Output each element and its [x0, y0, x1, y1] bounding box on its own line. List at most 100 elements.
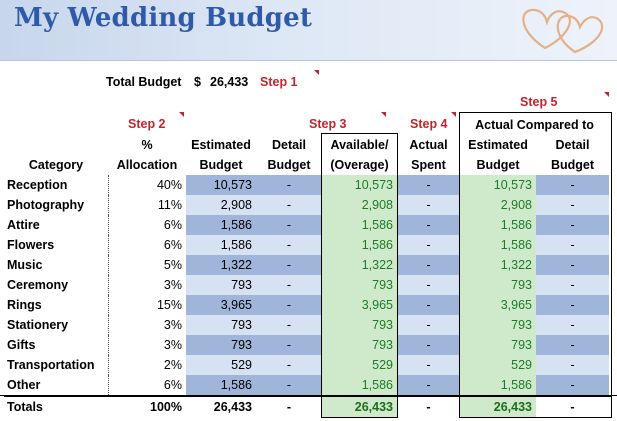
cell-compared-estimated[interactable]: 793	[460, 275, 536, 295]
cell-estimated[interactable]: 2,908	[186, 195, 256, 215]
cell-compared-estimated[interactable]: 1,586	[460, 375, 536, 395]
cell-compared-estimated[interactable]: 793	[460, 335, 536, 355]
cell-compared-estimated[interactable]: 3,965	[460, 295, 536, 315]
cell-estimated[interactable]: 1,586	[186, 215, 256, 235]
cell-allocation[interactable]: 3%	[108, 315, 186, 335]
cell-actual[interactable]: -	[397, 235, 460, 255]
comment-indicator-icon[interactable]	[179, 112, 184, 117]
cell-available[interactable]: 2,908	[322, 195, 397, 215]
cell-detail[interactable]: -	[256, 315, 322, 335]
cell-actual[interactable]: -	[397, 315, 460, 335]
cell-category[interactable]: Photography	[4, 195, 108, 215]
cell-compared-detail[interactable]: -	[536, 235, 609, 255]
cell-totals-allocation[interactable]: 100%	[108, 397, 186, 417]
cell-detail[interactable]: -	[256, 355, 322, 375]
cell-detail[interactable]: -	[256, 255, 322, 275]
cell-totals-detail[interactable]: -	[256, 397, 322, 417]
cell-estimated[interactable]: 10,573	[186, 175, 256, 195]
cell-estimated[interactable]: 793	[186, 275, 256, 295]
cell-totals-label[interactable]: Totals	[4, 397, 108, 417]
cell-compared-detail[interactable]: -	[536, 255, 609, 275]
cell-totals-compared-estimated[interactable]: 26,433	[460, 397, 536, 417]
cell-estimated[interactable]: 1,322	[186, 255, 256, 275]
cell-actual[interactable]: -	[397, 195, 460, 215]
cell-estimated[interactable]: 3,965	[186, 295, 256, 315]
cell-category[interactable]: Flowers	[4, 235, 108, 255]
cell-available[interactable]: 1,586	[322, 375, 397, 395]
cell-actual[interactable]: -	[397, 215, 460, 235]
cell-compared-estimated[interactable]: 793	[460, 315, 536, 335]
cell-compared-detail[interactable]: -	[536, 375, 609, 395]
cell-compared-estimated[interactable]: 2,908	[460, 195, 536, 215]
cell-category[interactable]: Reception	[4, 175, 108, 195]
cell-estimated[interactable]: 793	[186, 315, 256, 335]
cell-actual[interactable]: -	[397, 255, 460, 275]
comment-indicator-icon[interactable]	[451, 112, 456, 117]
cell-available[interactable]: 1,322	[322, 255, 397, 275]
cell-category[interactable]: Rings	[4, 295, 108, 315]
cell-totals-actual[interactable]: -	[397, 397, 460, 417]
cell-category[interactable]: Transportation	[4, 355, 108, 375]
cell-available[interactable]: 529	[322, 355, 397, 375]
comment-indicator-icon[interactable]	[604, 92, 609, 97]
cell-actual[interactable]: -	[397, 355, 460, 375]
cell-available[interactable]: 1,586	[322, 215, 397, 235]
cell-totals-compared-detail[interactable]: -	[536, 397, 609, 417]
cell-estimated[interactable]: 793	[186, 335, 256, 355]
cell-available[interactable]: 793	[322, 335, 397, 355]
cell-compared-detail[interactable]: -	[536, 315, 609, 335]
cell-compared-detail[interactable]: -	[536, 215, 609, 235]
cell-detail[interactable]: -	[256, 295, 322, 315]
cell-allocation[interactable]: 6%	[108, 375, 186, 395]
cell-detail[interactable]: -	[256, 215, 322, 235]
cell-available[interactable]: 1,586	[322, 235, 397, 255]
cell-detail[interactable]: -	[256, 235, 322, 255]
cell-compared-estimated[interactable]: 1,586	[460, 215, 536, 235]
cell-actual[interactable]: -	[397, 375, 460, 395]
cell-detail[interactable]: -	[256, 375, 322, 395]
cell-detail[interactable]: -	[256, 275, 322, 295]
cell-detail[interactable]: -	[256, 195, 322, 215]
cell-category[interactable]: Attire	[4, 215, 108, 235]
cell-category[interactable]: Other	[4, 375, 108, 395]
cell-category[interactable]: Gifts	[4, 335, 108, 355]
cell-allocation[interactable]: 3%	[108, 335, 186, 355]
cell-compared-estimated[interactable]: 1,586	[460, 235, 536, 255]
cell-actual[interactable]: -	[397, 275, 460, 295]
cell-actual[interactable]: -	[397, 175, 460, 195]
cell-compared-detail[interactable]: -	[536, 195, 609, 215]
cell-available[interactable]: 3,965	[322, 295, 397, 315]
cell-available[interactable]: 10,573	[322, 175, 397, 195]
cell-estimated[interactable]: 529	[186, 355, 256, 375]
cell-detail[interactable]: -	[256, 175, 322, 195]
cell-allocation[interactable]: 3%	[108, 275, 186, 295]
cell-actual[interactable]: -	[397, 295, 460, 315]
cell-compared-detail[interactable]: -	[536, 355, 609, 375]
cell-category[interactable]: Ceremony	[4, 275, 108, 295]
cell-compared-estimated[interactable]: 1,322	[460, 255, 536, 275]
cell-allocation[interactable]: 5%	[108, 255, 186, 275]
total-budget-value[interactable]: 26,433	[210, 75, 248, 89]
cell-allocation[interactable]: 2%	[108, 355, 186, 375]
cell-compared-detail[interactable]: -	[536, 175, 609, 195]
cell-compared-estimated[interactable]: 529	[460, 355, 536, 375]
cell-detail[interactable]: -	[256, 335, 322, 355]
cell-compared-detail[interactable]: -	[536, 275, 609, 295]
cell-compared-detail[interactable]: -	[536, 335, 609, 355]
cell-compared-estimated[interactable]: 10,573	[460, 175, 536, 195]
cell-allocation[interactable]: 11%	[108, 195, 186, 215]
cell-totals-available[interactable]: 26,433	[322, 397, 397, 417]
cell-allocation[interactable]: 40%	[108, 175, 186, 195]
cell-category[interactable]: Stationery	[4, 315, 108, 335]
cell-available[interactable]: 793	[322, 315, 397, 335]
cell-estimated[interactable]: 1,586	[186, 235, 256, 255]
cell-estimated[interactable]: 1,586	[186, 375, 256, 395]
cell-allocation[interactable]: 6%	[108, 235, 186, 255]
comment-indicator-icon[interactable]	[381, 112, 386, 117]
cell-available[interactable]: 793	[322, 275, 397, 295]
cell-allocation[interactable]: 15%	[108, 295, 186, 315]
cell-category[interactable]: Music	[4, 255, 108, 275]
comment-indicator-icon[interactable]	[314, 70, 319, 75]
cell-totals-estimated[interactable]: 26,433	[186, 397, 256, 417]
cell-compared-detail[interactable]: -	[536, 295, 609, 315]
